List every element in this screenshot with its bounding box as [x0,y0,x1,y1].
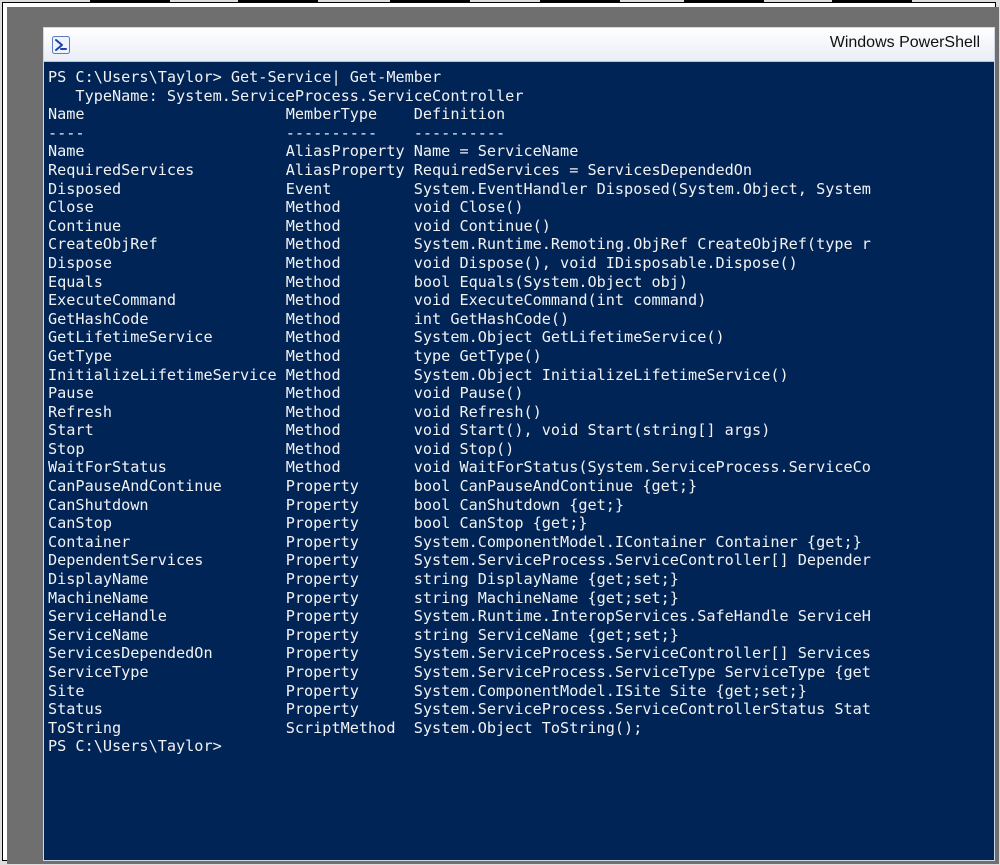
console-line: PS C:\Users\Taylor> Get-Service| Get-Mem… [48,68,994,87]
console-line: Name AliasProperty Name = ServiceName [48,142,994,161]
console-line: CanStop Property bool CanStop {get;} [48,514,994,533]
console-line: CanPauseAndContinue Property bool CanPau… [48,477,994,496]
console-line: TypeName: System.ServiceProcess.ServiceC… [48,87,994,106]
console-line: Disposed Event System.EventHandler Dispo… [48,180,994,199]
console-line: DisplayName Property string DisplayName … [48,570,994,589]
console-line: ServiceType Property System.ServiceProce… [48,663,994,682]
console-line: GetType Method type GetType() [48,347,994,366]
console-line: ToString ScriptMethod System.Object ToSt… [48,719,994,738]
console-line: Start Method void Start(), void Start(st… [48,421,994,440]
console-line: ---- ---------- ---------- [48,124,994,143]
window-title: Windows PowerShell [830,34,980,52]
console-line: Dispose Method void Dispose(), void IDis… [48,254,994,273]
console-line: Continue Method void Continue() [48,217,994,236]
console-line: MachineName Property string MachineName … [48,589,994,608]
grey-padding: Windows PowerShell PS C:\Users\Taylor> G… [7,7,999,864]
console-line: DependentServices Property System.Servic… [48,551,994,570]
powershell-icon [52,36,70,54]
console-line: Status Property System.ServiceProcess.Se… [48,700,994,719]
console-line: CanShutdown Property bool CanShutdown {g… [48,496,994,515]
console-line: InitializeLifetimeService Method System.… [48,366,994,385]
console-line: ServiceName Property string ServiceName … [48,626,994,645]
console-line: GetHashCode Method int GetHashCode() [48,310,994,329]
powershell-window: Windows PowerShell PS C:\Users\Taylor> G… [43,27,995,861]
console-line: WaitForStatus Method void WaitForStatus(… [48,458,994,477]
console-line: ServiceHandle Property System.Runtime.In… [48,607,994,626]
console-line: RequiredServices AliasProperty RequiredS… [48,161,994,180]
console-output[interactable]: PS C:\Users\Taylor> Get-Service| Get-Mem… [44,62,994,860]
console-line: Close Method void Close() [48,198,994,217]
console-line: Stop Method void Stop() [48,440,994,459]
document-frame: Windows PowerShell PS C:\Users\Taylor> G… [2,2,996,861]
console-line: GetLifetimeService Method System.Object … [48,328,994,347]
console-line: CreateObjRef Method System.Runtime.Remot… [48,235,994,254]
console-line: PS C:\Users\Taylor> [48,737,994,756]
console-line: Pause Method void Pause() [48,384,994,403]
console-line: Site Property System.ComponentModel.ISit… [48,682,994,701]
console-line: ServicesDependedOn Property System.Servi… [48,644,994,663]
titlebar[interactable]: Windows PowerShell [44,28,994,62]
console-line: Equals Method bool Equals(System.Object … [48,273,994,292]
console-line: ExecuteCommand Method void ExecuteComman… [48,291,994,310]
console-line: Container Property System.ComponentModel… [48,533,994,552]
console-line: Name MemberType Definition [48,105,994,124]
console-line: Refresh Method void Refresh() [48,403,994,422]
